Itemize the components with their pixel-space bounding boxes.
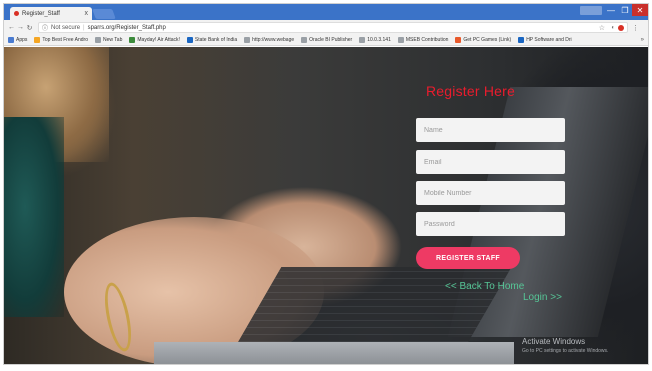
bookmark-favicon-icon — [244, 37, 251, 43]
bookmarks-bar: Apps Top Best Free Andro New Tab Mayday! Ai… — [4, 35, 648, 46]
browser-window: Register_Staff x — ❐ ✕ ← → ↻ ⓘ Not secur… — [3, 3, 649, 365]
bookmark-favicon-icon — [301, 37, 308, 43]
bookmark-favicon-icon — [186, 37, 193, 43]
name-input[interactable] — [416, 118, 565, 142]
bookmark-label: 10.0.3.141 — [367, 37, 391, 43]
bookmark-label: Oracle BI Publisher — [309, 37, 353, 43]
bookmark-favicon-icon — [129, 37, 136, 43]
browser-tab[interactable]: Register_Staff x — [10, 7, 92, 20]
bookmark-label: Top Best Free Andro — [42, 37, 88, 43]
password-input[interactable] — [416, 212, 565, 236]
mobile-number-input[interactable] — [416, 181, 565, 205]
minimize-button[interactable]: — — [604, 4, 618, 16]
bookmark-label: HP Software and Dri — [526, 37, 572, 43]
bookmark-item[interactable]: Mayday! Air Attack! — [129, 37, 180, 43]
bookmark-favicon-icon — [359, 37, 366, 43]
address-bar: ← → ↻ ⓘ Not secure | sparrs.org/Register… — [4, 20, 648, 35]
forward-arrow-icon[interactable]: → — [16, 24, 25, 31]
bookmark-item[interactable]: Top Best Free Andro — [34, 37, 88, 43]
bookmark-favicon-icon — [34, 37, 41, 43]
activate-windows-title: Activate Windows — [522, 337, 586, 346]
security-label: Not secure — [51, 24, 81, 31]
bookmark-item[interactable]: New Tab — [95, 37, 122, 43]
bookmark-item[interactable]: 10.0.3.141 — [359, 37, 391, 43]
url-separator: | — [83, 24, 85, 31]
bookmark-item[interactable]: Get PC Games (Link) — [455, 37, 511, 43]
background-scarf — [4, 117, 64, 317]
bookmark-label: Apps — [16, 37, 28, 43]
bookmark-item[interactable]: Oracle BI Publisher — [301, 37, 352, 43]
bookmark-item[interactable]: http://www.webage — [244, 37, 294, 43]
bookmark-item[interactable]: MSEB Contribution — [397, 37, 449, 43]
bookmarks-overflow-icon[interactable]: » — [641, 37, 644, 43]
bookmark-favicon-icon — [518, 37, 525, 43]
bookmark-favicon-icon — [455, 37, 462, 43]
bookmark-favicon-icon — [397, 37, 404, 43]
new-tab-button[interactable] — [92, 9, 116, 19]
url-input[interactable]: ⓘ Not secure | sparrs.org/Register_Staff… — [38, 22, 628, 33]
profile-badge[interactable] — [580, 6, 602, 15]
bookmark-star-icon[interactable]: ☆ — [599, 24, 605, 32]
title-bar: Register_Staff x — ❐ ✕ — [4, 4, 648, 20]
extension-icon[interactable]: ◐ — [611, 25, 615, 31]
register-page: Register Here REGISTER STAFF << Back To … — [4, 47, 648, 364]
maximize-button[interactable]: ❐ — [618, 4, 632, 16]
bookmark-label: State Bank of India — [194, 37, 238, 43]
email-input[interactable] — [416, 150, 565, 174]
login-link[interactable]: Login >> — [523, 292, 562, 303]
back-to-home-link[interactable]: << Back To Home — [445, 281, 524, 292]
url-text: sparrs.org/Register_Staff.php — [87, 24, 166, 31]
background-laptop-base — [154, 342, 514, 364]
register-title: Register Here — [426, 83, 515, 99]
reload-icon[interactable]: ↻ — [25, 24, 34, 32]
activate-windows-watermark: Activate Windows Go to PC settings to ac… — [522, 337, 608, 354]
opera-extension-icon[interactable] — [618, 24, 624, 31]
tab-close-icon[interactable]: x — [85, 10, 89, 17]
bookmark-favicon-icon — [95, 37, 101, 43]
bookmark-item[interactable]: State Bank of India — [186, 37, 238, 43]
register-staff-button[interactable]: REGISTER STAFF — [416, 247, 520, 269]
activate-windows-subtitle: Go to PC settings to activate Windows. — [522, 348, 609, 354]
bookmark-item[interactable]: Apps — [8, 37, 27, 43]
back-arrow-icon[interactable]: ← — [7, 24, 16, 31]
bookmark-item[interactable]: HP Software and Dri — [518, 37, 572, 43]
favicon-icon — [14, 11, 19, 16]
bookmark-label: New Tab — [103, 37, 123, 43]
bookmark-label: Mayday! Air Attack! — [137, 37, 180, 43]
bookmark-favicon-icon — [8, 37, 14, 43]
bookmark-label: http://www.webage — [252, 37, 295, 43]
bookmark-label: MSEB Contribution — [405, 37, 449, 43]
info-icon[interactable]: ⓘ — [42, 23, 48, 32]
bookmark-label: Get PC Games (Link) — [463, 37, 512, 43]
browser-menu-icon[interactable]: ⋮ — [632, 24, 639, 32]
tab-title: Register_Staff — [22, 10, 60, 17]
close-window-button[interactable]: ✕ — [632, 4, 648, 16]
